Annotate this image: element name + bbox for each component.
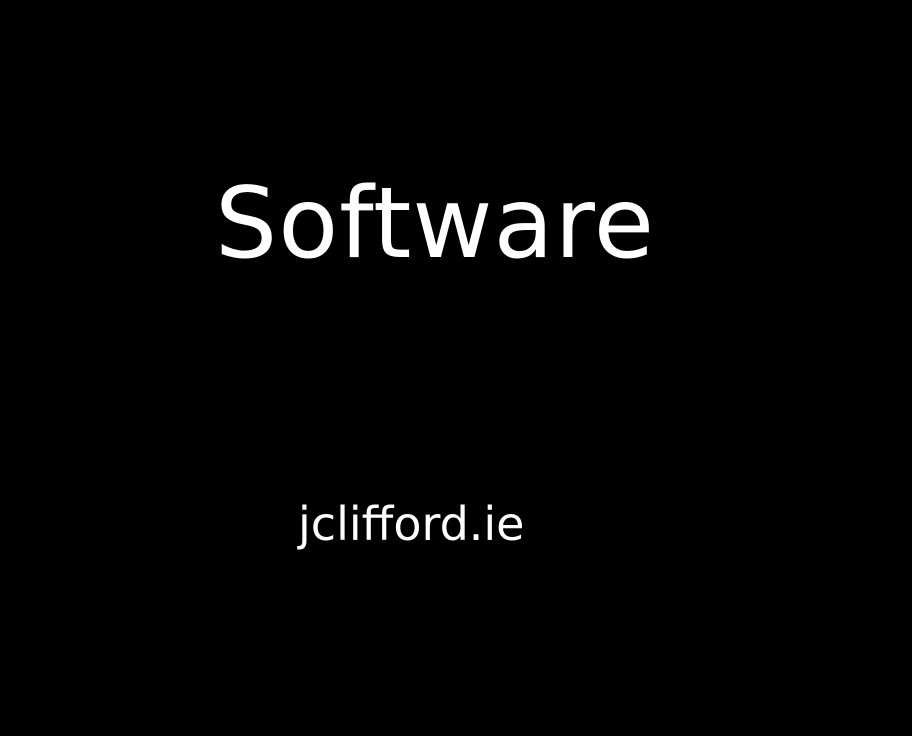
slide-title: Software bbox=[215, 167, 656, 281]
slide-canvas: Software jclifford.ie bbox=[0, 0, 912, 736]
website-text: jclifford.ie bbox=[298, 497, 525, 551]
